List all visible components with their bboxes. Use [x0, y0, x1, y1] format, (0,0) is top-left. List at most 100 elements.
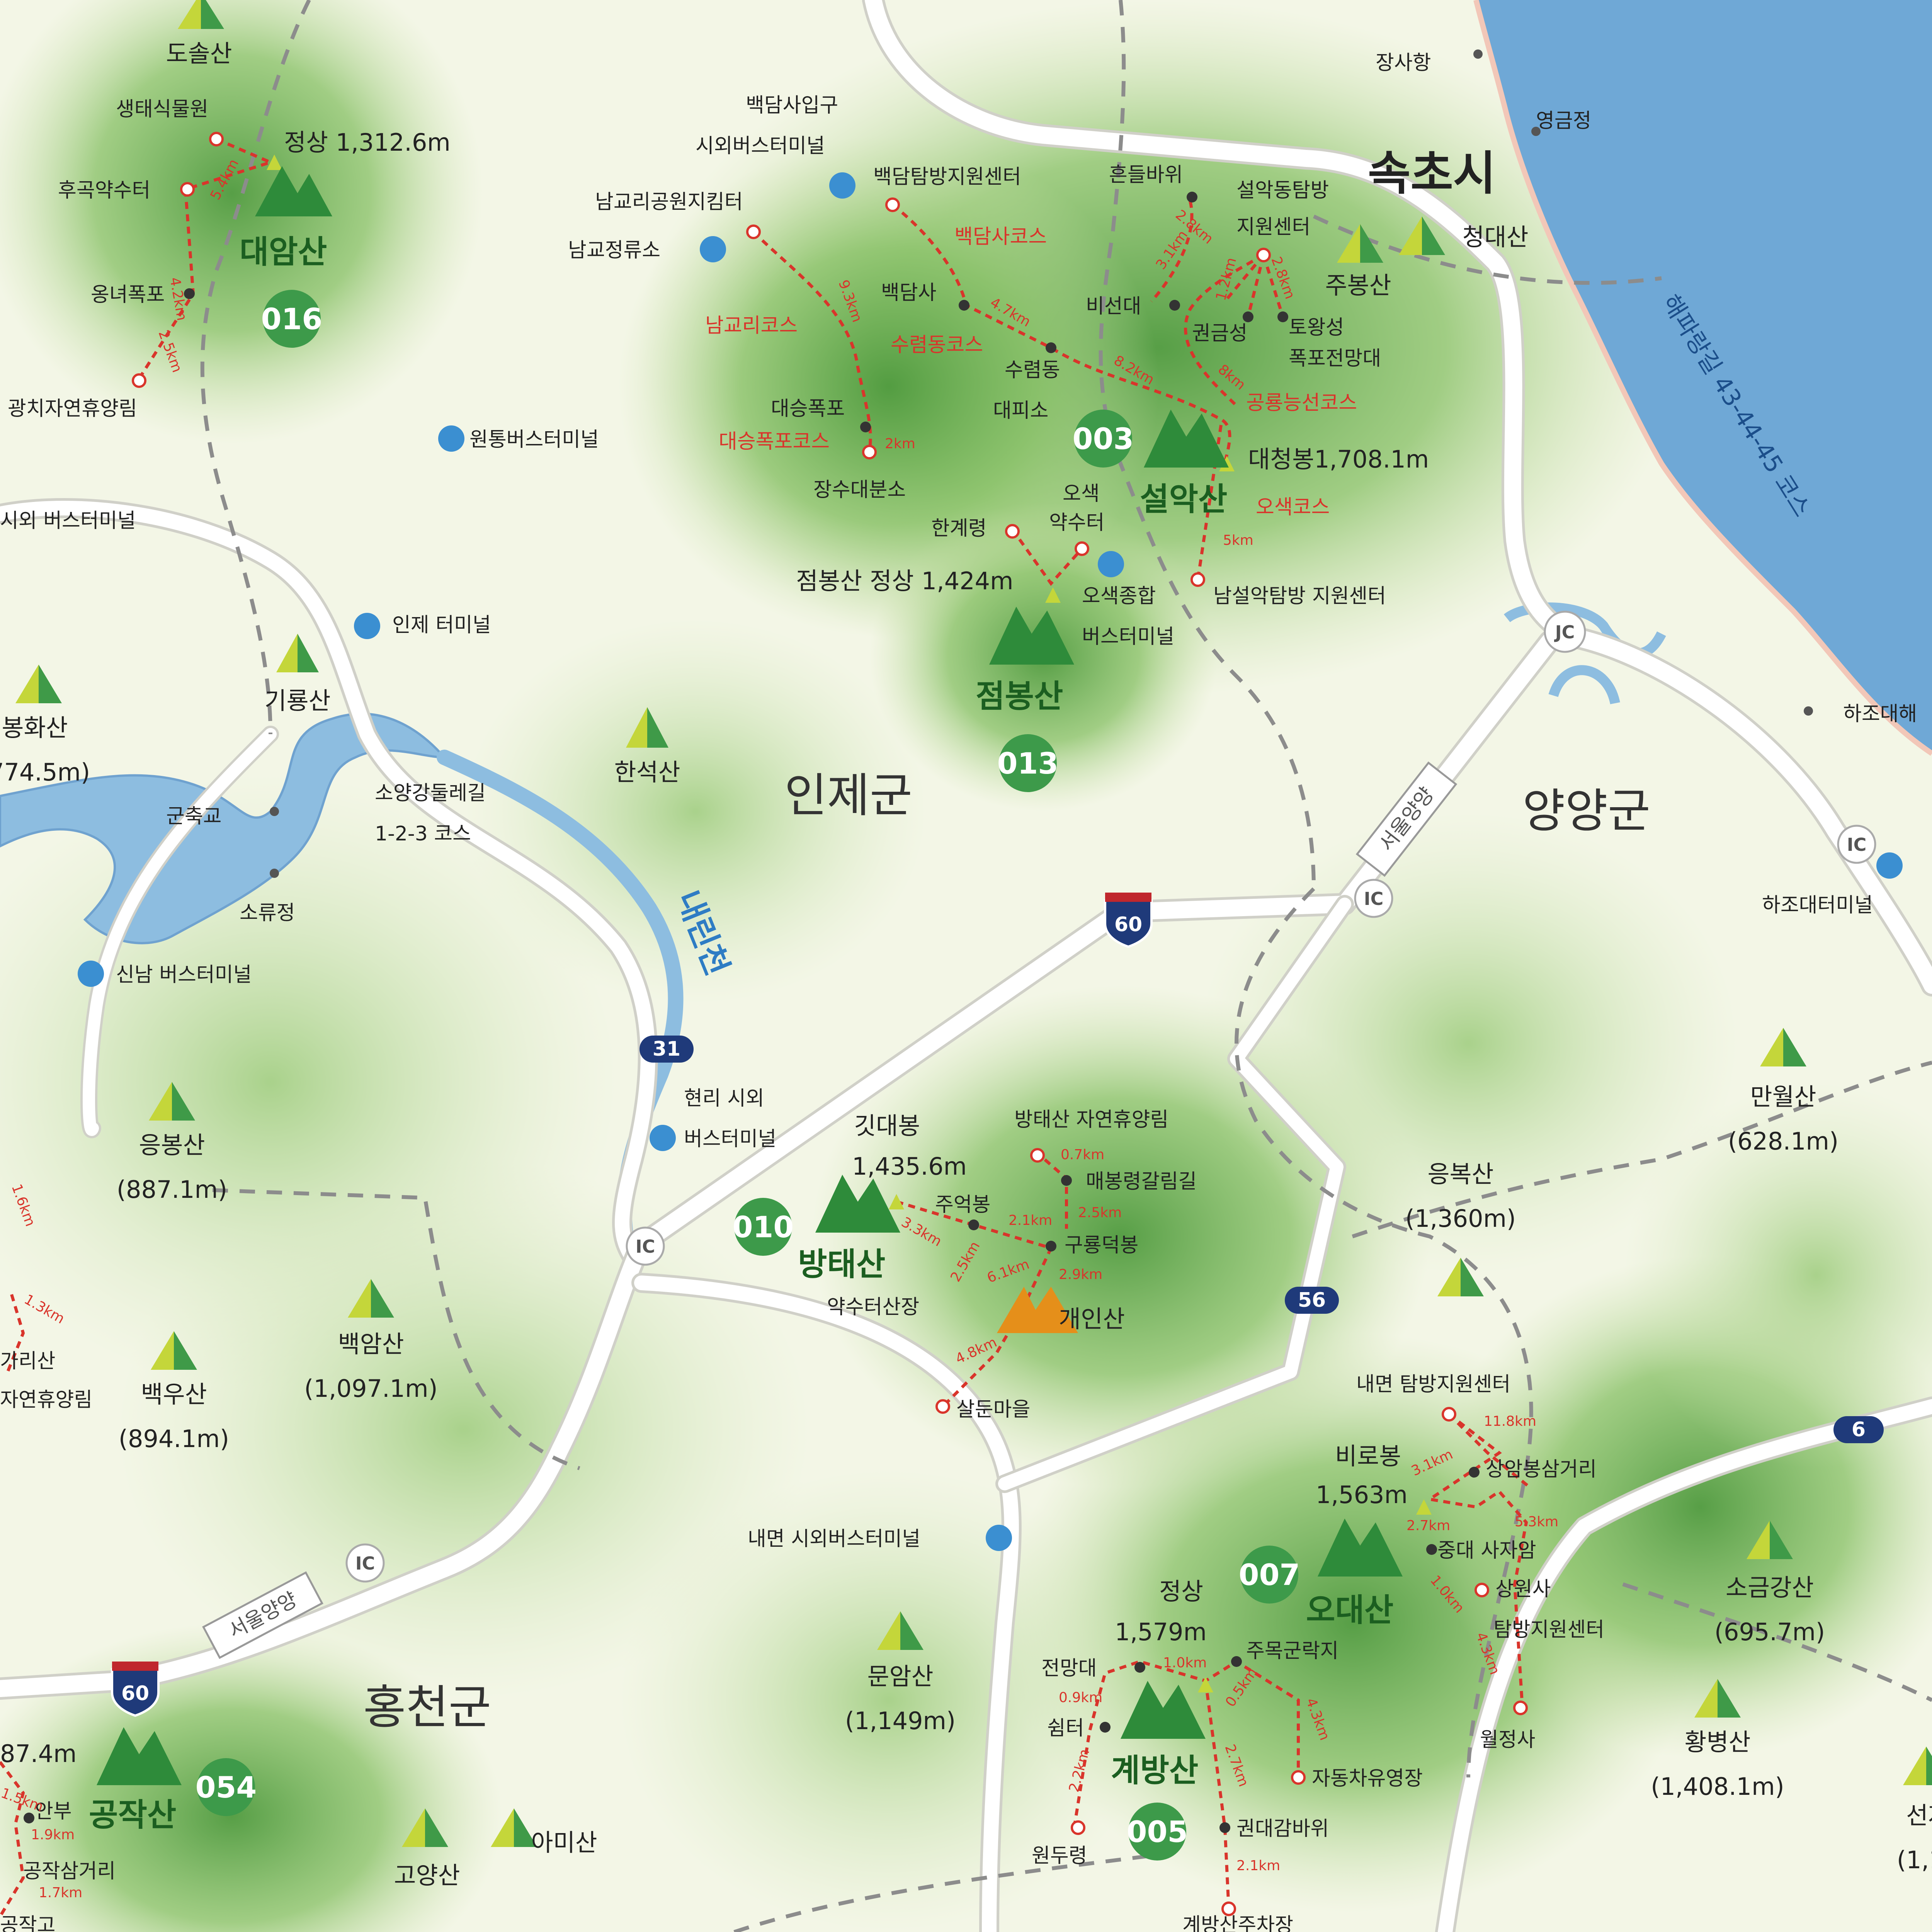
distance-label: 2.5km	[1078, 1205, 1122, 1221]
mountain-elevation: (1,149m)	[845, 1707, 956, 1735]
place-name: 장사항	[1376, 51, 1431, 75]
place-name: 후곡약수터	[58, 179, 150, 202]
place-name: 백담사입구	[746, 94, 838, 117]
route-number: 6	[1852, 1418, 1866, 1441]
place-name: 중대 사자암	[1437, 1539, 1536, 1562]
mountain-elevation: (887.1m)	[117, 1175, 227, 1204]
mountain-name: 대암산	[240, 234, 327, 270]
place-name: 백담사	[881, 281, 937, 304]
place-name: 자동차유영장	[1312, 1767, 1423, 1790]
mountain-elevation: (695.7m)	[1714, 1618, 1825, 1646]
place-name: 자연휴양림	[0, 1388, 92, 1412]
mountain-name: 점봉산	[976, 678, 1063, 715]
badge-number: 016	[261, 302, 323, 336]
peak-name: 비로봉	[1335, 1442, 1401, 1470]
place-name: 오색	[1063, 482, 1100, 505]
bus-icon	[650, 1125, 676, 1151]
route-name: 오색코스	[1256, 496, 1330, 519]
trail-name: 소양강둘레길	[375, 782, 486, 805]
mountain-name: 봉화산	[2, 714, 68, 742]
place-name: 매봉령갈림길	[1086, 1170, 1197, 1193]
place-name: 백담탐방지원센터	[873, 165, 1021, 189]
mountain-name: 응봉산	[139, 1131, 205, 1159]
route-name: 수렴동코스	[891, 333, 983, 357]
place-name: 주목군락지	[1246, 1639, 1338, 1663]
badge-number: 007	[1239, 1558, 1300, 1592]
place-name: 상암봉삼거리	[1486, 1458, 1597, 1481]
mountain-elevation: (1,15	[1897, 1846, 1932, 1874]
region-name: 양양군	[1522, 784, 1650, 838]
peak-elevation: 대청봉1,708.1m	[1248, 445, 1429, 473]
place-name: 공작삼거리	[23, 1860, 116, 1883]
ic-label: IC	[1847, 834, 1867, 855]
bus-icon	[829, 172, 855, 199]
place-name: 내면 탐방지원센터	[1356, 1373, 1510, 1396]
peak-name: 정상	[1159, 1577, 1203, 1605]
place-name: 약수터	[1049, 511, 1105, 534]
place-name: 남교리공원지킴터	[595, 190, 743, 214]
ic-label: IC	[636, 1236, 655, 1257]
distance-label: 1.9km	[31, 1827, 75, 1843]
route-number: 60	[1114, 913, 1142, 936]
mountain-name: 계방산	[1111, 1752, 1198, 1789]
place-name: 남설악탐방 지원센터	[1213, 585, 1386, 608]
distance-label: 1.7km	[39, 1885, 82, 1901]
place-name: 옹녀폭포	[91, 283, 165, 306]
distance-label: 5.3km	[1515, 1514, 1558, 1530]
mountain-name: 방태산	[798, 1246, 885, 1283]
place-name: 구룡덕봉	[1065, 1234, 1138, 1257]
place-name: 시외버스터미널	[696, 134, 825, 158]
place-name: 지원센터	[1236, 216, 1310, 239]
peak-elevation: 정상 1,312.6m	[284, 128, 451, 156]
mountain-elevation: (1,360m)	[1405, 1204, 1516, 1233]
place-name: 대피소	[993, 399, 1049, 422]
place-name: 인제 터미널	[392, 614, 491, 637]
distance-label: 2.1km	[1236, 1858, 1280, 1874]
place-name: 권대감바위	[1236, 1817, 1329, 1840]
mountain-name: 한석산	[614, 758, 680, 786]
distance-label: 2.1km	[1009, 1213, 1052, 1228]
place-name: 월정사	[1480, 1728, 1536, 1752]
place-name: 하조대터미널	[1762, 894, 1873, 917]
ic-label: IC	[355, 1553, 375, 1574]
place-name: 살둔마을	[956, 1398, 1030, 1421]
trail-name: 1-2-3 코스	[375, 822, 471, 845]
place-name: 원두령	[1032, 1844, 1087, 1867]
peak-elevation: 1,435.6m	[852, 1152, 967, 1180]
bus-icon	[438, 425, 464, 452]
place-name: 버스터미널	[1082, 625, 1174, 648]
region-map: 016 003 013 010 007 005 054 60 60 31 56 …	[0, 0, 1932, 1932]
peak-elevation: 1,579m	[1115, 1618, 1207, 1646]
place-name: 원통버스터미널	[469, 428, 599, 451]
place-name: 현리 시외	[684, 1087, 764, 1110]
route-name: 공룡능선코스	[1246, 391, 1357, 415]
place-name: 토왕성	[1289, 316, 1344, 339]
mountain-name: 백우산	[141, 1380, 207, 1408]
bus-icon	[1098, 551, 1124, 577]
mountain-name: 기룡산	[264, 687, 330, 715]
peak-elevation: 점봉산 정상 1,424m	[796, 567, 1014, 595]
place-name: 영금정	[1536, 109, 1592, 133]
bus-icon	[354, 613, 380, 639]
badge-number: 010	[733, 1210, 794, 1244]
mountain-name: 오대산	[1306, 1592, 1393, 1629]
peak-name: 깃대봉	[854, 1112, 920, 1140]
place-name: 대승폭포	[771, 397, 845, 420]
mountain-name: 황병산	[1684, 1728, 1750, 1756]
mountain-name: 응복산	[1427, 1160, 1493, 1188]
place-name: 하조대해	[1843, 702, 1917, 726]
place-name: 시외 버스터미널	[0, 509, 136, 532]
place-name: 버스터미널	[684, 1128, 776, 1151]
place-name: 가리산	[0, 1350, 56, 1373]
place-name: 전망대	[1041, 1657, 1097, 1680]
mountain-name: 선자	[1906, 1801, 1932, 1830]
bus-icon	[78, 961, 104, 987]
ic-label: IC	[1364, 888, 1384, 909]
mountain-elevation: (1,097.1m)	[304, 1374, 437, 1403]
mountain-name: 백암산	[338, 1330, 404, 1358]
mountain-name: 만월산	[1750, 1083, 1816, 1111]
badge-number: 013	[997, 746, 1059, 781]
mountain-name: 주봉산	[1325, 271, 1391, 299]
place-name: 방태산 자연휴양림	[1014, 1108, 1168, 1131]
place-name: 내면 시외버스터미널	[748, 1527, 920, 1551]
